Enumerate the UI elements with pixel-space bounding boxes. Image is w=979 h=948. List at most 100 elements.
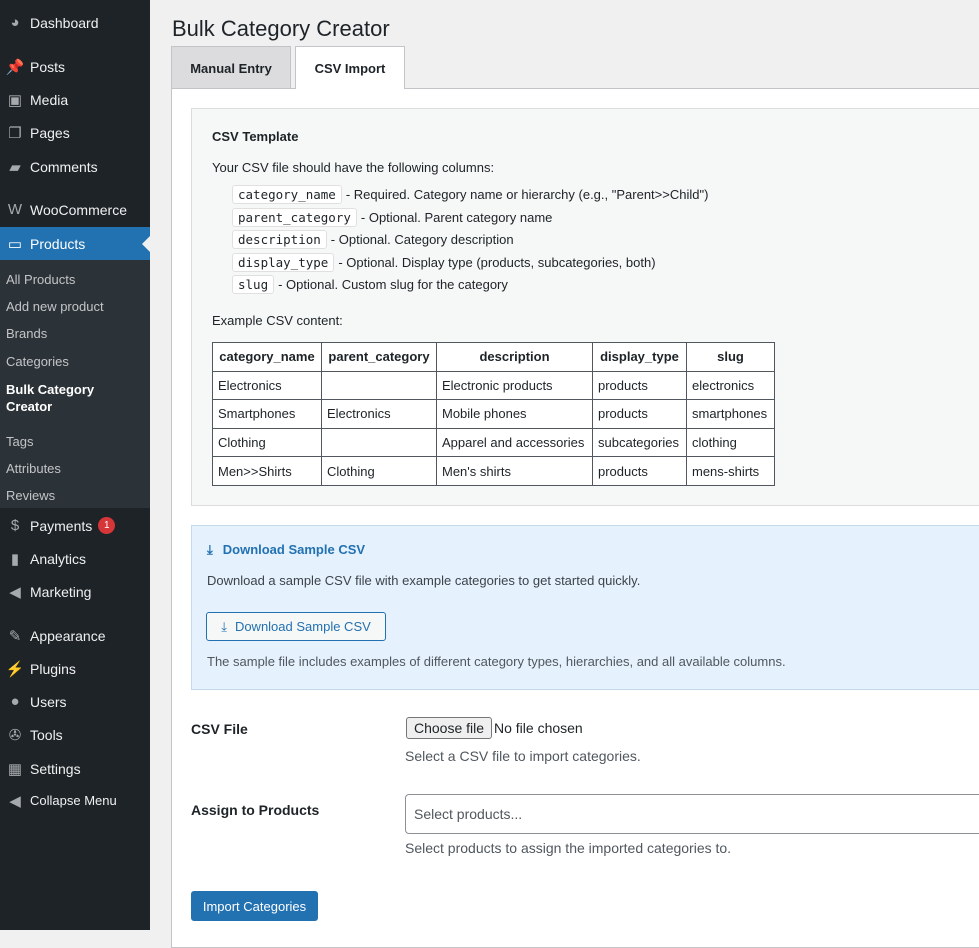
column-desc: - Optional. Display type (products, subc… [338, 254, 656, 270]
sidebar-item-users[interactable]: ● Users [0, 685, 150, 718]
table-cell: Electronics [212, 370, 322, 401]
sidebar-item-plugins[interactable]: ⚡ Plugins [0, 652, 150, 685]
dollar-icon: $ [10, 517, 20, 534]
sidebar-item-label: Analytics [30, 550, 87, 567]
assign-products-select[interactable]: Select products... [405, 794, 979, 834]
table-cell: smartphones [686, 399, 775, 429]
table-cell: Mobile phones [436, 399, 593, 429]
column-code: category_name [232, 185, 342, 204]
download-icon: ⤓ [221, 618, 227, 634]
column-desc: - Optional. Parent category name [360, 209, 553, 225]
table-header: parent_category [321, 342, 437, 372]
table-cell: mens-shirts [686, 456, 775, 486]
sidebar-item-label: Users [30, 693, 67, 710]
megaphone-icon: ◀ [9, 583, 21, 601]
submenu-item[interactable]: Reviews [6, 487, 55, 504]
sidebar-item-label: Dashboard [30, 14, 99, 31]
user-icon: ● [10, 693, 20, 710]
submenu-item[interactable]: Tags [6, 433, 33, 450]
collapse-icon: ◀ [9, 792, 21, 810]
table-cell [321, 370, 437, 401]
download-note: The sample file includes examples of dif… [207, 654, 786, 669]
column-code: display_type [232, 252, 335, 272]
sidebar-item-tools[interactable]: ✇ Tools [0, 718, 150, 751]
sidebar-item-label: Payments [30, 517, 93, 534]
table-cell: Electronics [321, 399, 437, 429]
tab-manual-entry[interactable]: Manual Entry [171, 46, 291, 89]
products-submenu: All Products Add new product Brands Categor… [0, 260, 150, 508]
sidebar-item-comments[interactable]: ▰ Comments [0, 150, 150, 183]
sidebar-item-pages[interactable]: ❐ Pages [0, 116, 150, 149]
tab-csv-import[interactable]: CSV Import [295, 46, 405, 89]
sidebar-item-marketing[interactable]: ◀ Marketing [0, 575, 150, 608]
comment-icon: ▰ [9, 158, 21, 176]
column-spec: display_type - Optional. Display type (pr… [232, 252, 656, 272]
settings-icon: ▦ [7, 760, 23, 778]
sidebar-item-label: Appearance [30, 627, 106, 644]
table-cell: Apparel and accessories [436, 427, 593, 458]
submenu-item[interactable]: Add new product [6, 298, 104, 315]
sidebar-item-appearance[interactable]: ✎ Appearance [0, 619, 150, 652]
sidebar-item-payments[interactable]: $ Payments 1 [0, 509, 150, 542]
table-header: description [436, 342, 593, 372]
table-cell: Men>>Shirts [212, 456, 322, 486]
download-sample-button[interactable]: ⤓ Download Sample CSV [206, 612, 386, 641]
assign-help: Select products to assign the imported c… [405, 840, 732, 856]
submenu-item[interactable]: Categories [6, 353, 69, 370]
table-row: Electronics Electronic products products el… [212, 370, 775, 401]
table-row: Smartphones Electronics Mobile phones produ… [212, 399, 775, 429]
table-row: Men>>Shirts Clothing Men's shirts products m… [212, 456, 775, 486]
table-cell: clothing [686, 427, 775, 458]
table-cell: Smartphones [212, 399, 322, 429]
column-spec: slug - Optional. Custom slug for the cate… [232, 275, 508, 295]
table-header: display_type [592, 342, 687, 372]
woo-icon: W [7, 201, 23, 218]
import-categories-button[interactable]: Import Categories [191, 891, 318, 921]
csv-file-label: CSV File [191, 721, 248, 737]
table-header: slug [686, 342, 775, 372]
example-table: category_name parent_category description d… [212, 342, 775, 486]
template-heading: CSV Template [212, 129, 299, 144]
download-icon: ⤓ [207, 542, 213, 557]
column-desc: - Required. Category name or hierarchy (… [345, 187, 709, 202]
sidebar-item-collapse-menu[interactable]: ◀ Collapse Menu [0, 784, 150, 817]
column-spec: description - Optional. Category descript… [232, 230, 514, 250]
column-code: description [232, 230, 327, 250]
archive-icon: ▭ [7, 235, 23, 253]
template-intro: Your CSV file should have the following … [212, 160, 495, 175]
sidebar-item-woocommerce[interactable]: W WooCommerce [0, 193, 150, 226]
dashboard-icon: ◕ [10, 14, 20, 31]
sidebar-item-label: Comments [30, 158, 98, 175]
column-code: parent_category [232, 207, 357, 227]
page-title: Bulk Category Creator [172, 16, 390, 41]
example-label: Example CSV content: [212, 313, 343, 328]
table-cell: products [592, 456, 687, 486]
submenu-item[interactable]: Brands [6, 325, 47, 342]
submenu-item[interactable]: All Products [6, 271, 75, 288]
sidebar-item-settings[interactable]: ▦ Settings [0, 752, 150, 785]
table-cell: Clothing [321, 456, 437, 486]
table-cell: products [592, 370, 687, 401]
sidebar-item-posts[interactable]: 📌 Posts [0, 50, 150, 83]
wrench-icon: ✇ [8, 726, 22, 744]
submenu-item[interactable]: Bulk Category Creator [6, 381, 106, 415]
assign-label: Assign to Products [191, 802, 320, 818]
sidebar-item-analytics[interactable]: ▮ Analytics [0, 542, 150, 575]
sidebar-item-products[interactable]: ▭ Products [0, 227, 150, 260]
table-cell: Clothing [212, 427, 322, 458]
admin-sidebar: All Products Add new product Brands Categor… [0, 0, 150, 930]
table-header: category_name [212, 342, 322, 372]
download-heading: ⤓ Download Sample CSV [207, 542, 366, 557]
csv-help: Select a CSV file to import categories. [405, 748, 641, 764]
media-icon: ▣ [7, 91, 23, 109]
column-spec: parent_category - Optional. Parent catego… [232, 207, 553, 227]
choose-file-button[interactable]: Choose file [406, 717, 493, 739]
sidebar-item-dashboard[interactable]: ◕ Dashboard [0, 6, 150, 39]
submenu-item[interactable]: Attributes [6, 460, 61, 477]
sidebar-item-label: Marketing [30, 583, 92, 600]
sidebar-item-label: Settings [30, 760, 81, 777]
sidebar-item-media[interactable]: ▣ Media [0, 83, 150, 116]
no-file-text: No file chosen [494, 720, 583, 736]
table-cell: electronics [686, 370, 775, 401]
sidebar-item-label: WooCommerce [30, 201, 127, 218]
